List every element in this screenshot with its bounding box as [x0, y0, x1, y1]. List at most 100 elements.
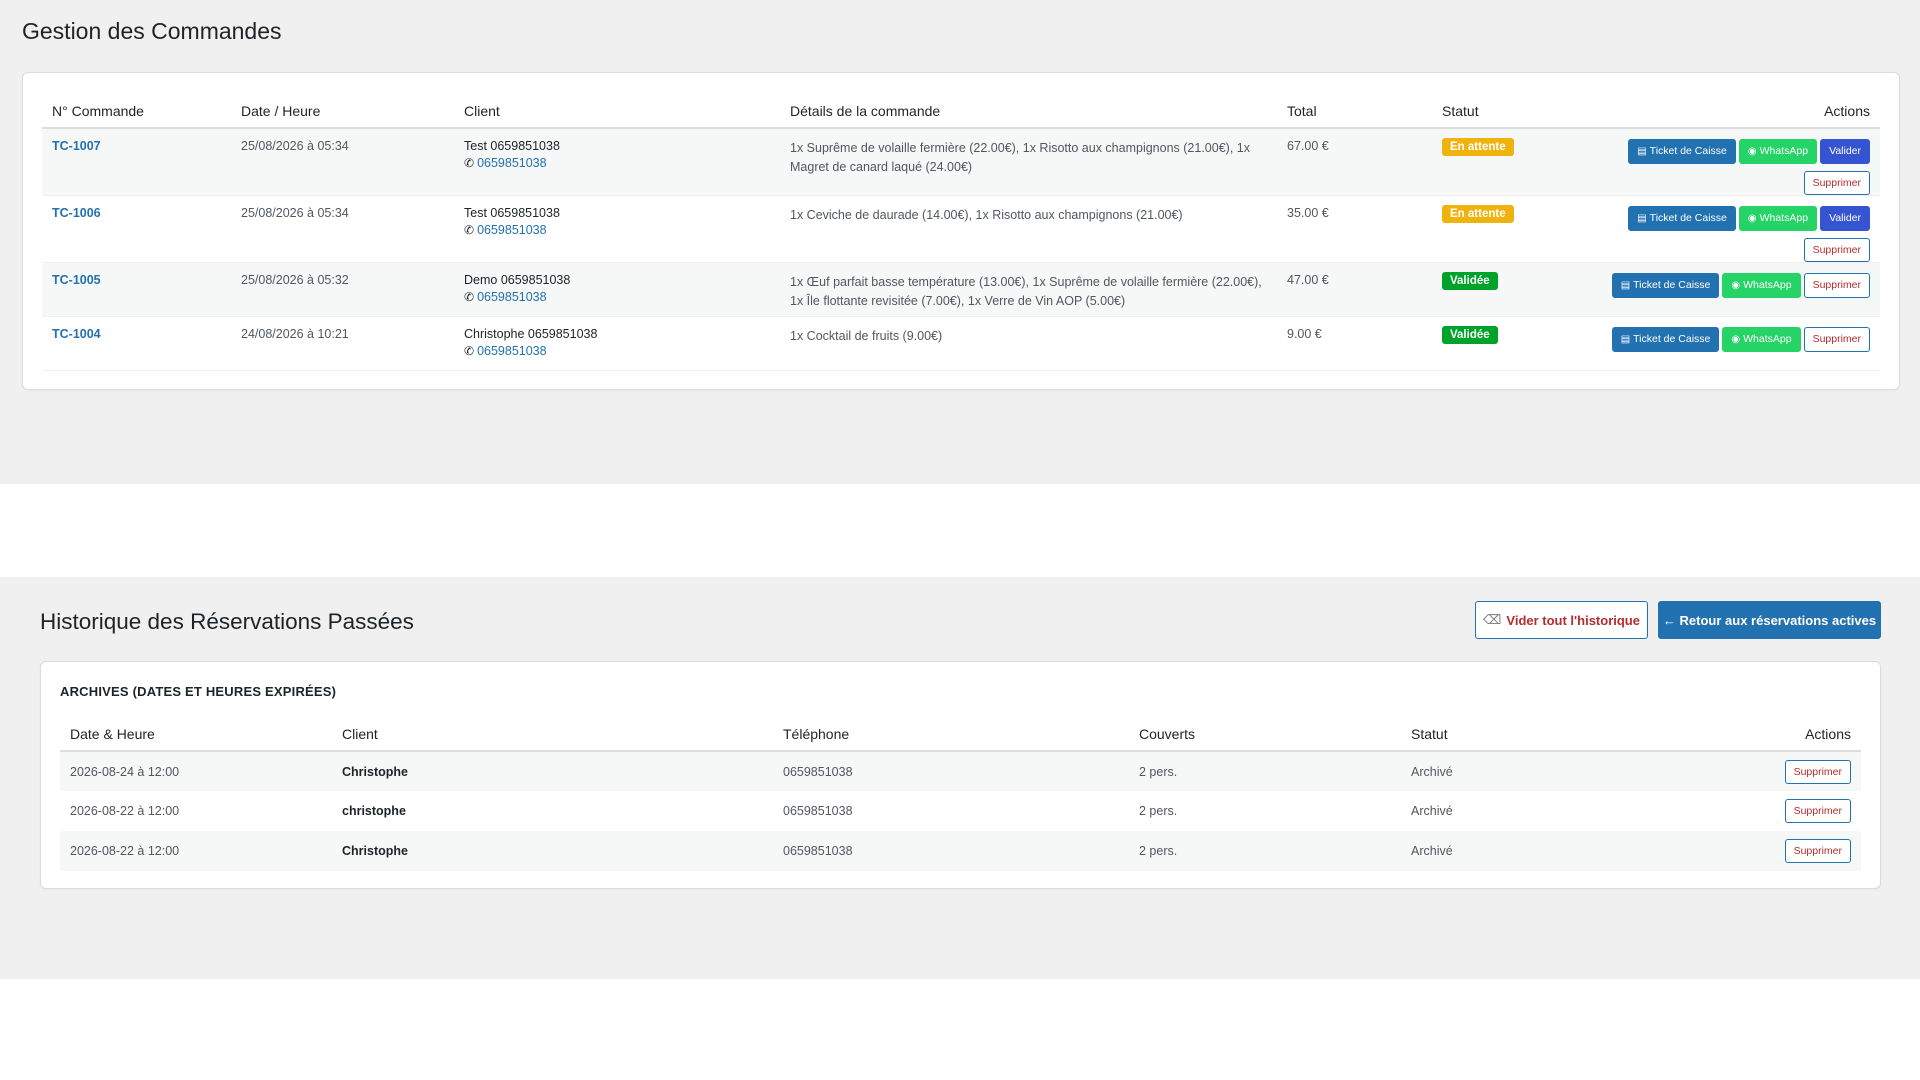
- reservation-client: christophe: [342, 804, 406, 818]
- table-row: TC-1005 25/08/2026 à 05:32 Demo 06598510…: [42, 262, 1880, 317]
- receipt-icon: ▤: [1620, 334, 1631, 345]
- phone-icon: ✆: [464, 156, 475, 170]
- delete-button[interactable]: Supprimer: [1784, 839, 1851, 863]
- ticket-button[interactable]: ▤ Ticket de Caisse: [1628, 139, 1736, 164]
- order-details: 1x Œuf parfait basse température (13.00€…: [780, 262, 1277, 317]
- client-phone-link[interactable]: 0659851038: [477, 290, 547, 304]
- archive-label: ARCHIVES (DATES ET HEURES EXPIRÉES): [60, 684, 337, 699]
- reservation-phone: 0659851038: [773, 751, 1129, 791]
- ticket-button-label: Ticket de Caisse: [1649, 145, 1727, 157]
- col-client: Client: [454, 97, 780, 129]
- ticket-button[interactable]: ▤ Ticket de Caisse: [1611, 327, 1720, 352]
- col-actions: Actions: [1651, 720, 1861, 752]
- whatsapp-button-label: WhatsApp: [1759, 212, 1809, 224]
- reservation-covers: 2 pers.: [1139, 804, 1178, 818]
- chat-icon: ◉: [1747, 146, 1757, 157]
- whatsapp-button-label: WhatsApp: [1743, 333, 1792, 345]
- order-datetime: 24/08/2026 à 10:21: [231, 316, 454, 371]
- back-to-active-button[interactable]: ← Retour aux réservations actives: [1658, 601, 1881, 639]
- status-badge: En attente: [1442, 138, 1514, 156]
- order-id-link[interactable]: TC-1006: [52, 206, 101, 220]
- col-details: Détails de la commande: [780, 97, 1277, 129]
- history-title: Historique des Réservations Passées: [40, 609, 414, 634]
- table-row: TC-1007 25/08/2026 à 05:34 Test 06598510…: [42, 128, 1880, 196]
- whatsapp-button-label: WhatsApp: [1743, 279, 1792, 291]
- col-order-number: N° Commande: [42, 97, 231, 129]
- ticket-button-label: Ticket de Caisse: [1633, 333, 1711, 345]
- reservation-status: Archivé: [1401, 831, 1651, 871]
- chat-icon: ◉: [1731, 334, 1741, 345]
- order-total: 35.00 €: [1277, 195, 1432, 263]
- reservation-phone: 0659851038: [773, 831, 1129, 871]
- order-id-link[interactable]: TC-1004: [52, 327, 101, 341]
- client-name: Demo 0659851038: [464, 273, 571, 287]
- table-row: 2026-08-22 à 12:00 christophe 0659851038…: [60, 791, 1861, 831]
- status-badge: Validée: [1442, 326, 1498, 344]
- order-details: 1x Cocktail de fruits (9.00€): [780, 316, 1277, 371]
- ticket-button[interactable]: ▤ Ticket de Caisse: [1628, 206, 1736, 231]
- reservation-datetime: 2026-08-22 à 12:00: [60, 831, 332, 871]
- status-badge: En attente: [1442, 205, 1514, 223]
- chat-icon: ◉: [1747, 213, 1757, 224]
- client-phone-link[interactable]: 0659851038: [477, 344, 547, 358]
- order-details: 1x Ceviche de daurade (14.00€), 1x Risot…: [780, 195, 1277, 263]
- col-datetime: Date / Heure: [231, 97, 454, 129]
- validate-button[interactable]: Valider: [1820, 139, 1870, 164]
- client-phone-link[interactable]: 0659851038: [477, 156, 547, 170]
- whatsapp-button[interactable]: ◉ WhatsApp: [1722, 273, 1801, 298]
- order-id-link[interactable]: TC-1007: [52, 139, 101, 153]
- delete-button[interactable]: Supprimer: [1803, 327, 1870, 352]
- orders-card: N° Commande Date / Heure Client Détails …: [22, 72, 1900, 390]
- whatsapp-button[interactable]: ◉ WhatsApp: [1738, 139, 1818, 164]
- ticket-button-label: Ticket de Caisse: [1649, 212, 1727, 224]
- whatsapp-button[interactable]: ◉ WhatsApp: [1722, 327, 1801, 352]
- reservation-client: Christophe: [332, 831, 773, 871]
- history-header-row: Date & Heure Client Téléphone Couverts S…: [60, 720, 1861, 752]
- col-client: Client: [332, 720, 773, 752]
- phone-icon: ✆: [464, 290, 475, 304]
- col-phone: Téléphone: [773, 720, 1129, 752]
- chat-icon: ◉: [1731, 280, 1741, 291]
- client-name: Christophe 0659851038: [464, 327, 598, 341]
- orders-header-row: N° Commande Date / Heure Client Détails …: [42, 97, 1880, 129]
- clear-history-button[interactable]: ⌫ Vider tout l'historique: [1475, 601, 1648, 639]
- ticket-button[interactable]: ▤ Ticket de Caisse: [1611, 273, 1720, 298]
- reservation-status: Archivé: [1411, 804, 1453, 818]
- reservation-status: Archivé: [1401, 751, 1651, 791]
- orders-table: N° Commande Date / Heure Client Détails …: [42, 97, 1880, 371]
- col-datetime: Date & Heure: [60, 720, 332, 752]
- reservation-covers: 2 pers.: [1129, 751, 1401, 791]
- whatsapp-button-label: WhatsApp: [1759, 145, 1809, 157]
- client-name: Test 0659851038: [464, 139, 560, 153]
- col-covers: Couverts: [1129, 720, 1401, 752]
- reservation-datetime: 2026-08-22 à 12:00: [70, 804, 180, 818]
- delete-button[interactable]: Supprimer: [1803, 273, 1870, 298]
- client-phone-link[interactable]: 0659851038: [477, 223, 547, 237]
- order-total: 9.00 €: [1277, 316, 1432, 371]
- order-total: 67.00 €: [1277, 128, 1432, 196]
- delete-button[interactable]: Supprimer: [1784, 799, 1851, 823]
- history-card: ARCHIVES (DATES ET HEURES EXPIRÉES) Date…: [40, 661, 1881, 889]
- order-id-link[interactable]: TC-1005: [52, 273, 101, 287]
- validate-button[interactable]: Valider: [1820, 206, 1870, 231]
- trash-icon: ⌫: [1483, 612, 1502, 627]
- whatsapp-button[interactable]: ◉ WhatsApp: [1738, 206, 1818, 231]
- receipt-icon: ▤: [1620, 280, 1631, 291]
- table-row: TC-1006 25/08/2026 à 05:34 Test 06598510…: [42, 195, 1880, 263]
- receipt-icon: ▤: [1637, 146, 1647, 157]
- phone-icon: ✆: [464, 223, 475, 237]
- delete-button[interactable]: Supprimer: [1803, 171, 1870, 195]
- col-status: Statut: [1432, 97, 1585, 129]
- col-actions: Actions: [1585, 97, 1880, 129]
- delete-button[interactable]: Supprimer: [1803, 238, 1870, 262]
- order-datetime: 25/08/2026 à 05:32: [231, 262, 454, 317]
- clear-history-label: Vider tout l'historique: [1506, 612, 1640, 628]
- reservation-phone: 0659851038: [783, 804, 853, 818]
- order-total: 47.00 €: [1277, 262, 1432, 317]
- col-total: Total: [1277, 97, 1432, 129]
- col-status: Statut: [1401, 720, 1651, 752]
- delete-button[interactable]: Supprimer: [1784, 759, 1851, 784]
- reservation-client: Christophe: [332, 751, 773, 791]
- phone-icon: ✆: [464, 344, 475, 358]
- table-row: 2026-08-22 à 12:00 Christophe 0659851038…: [60, 831, 1861, 871]
